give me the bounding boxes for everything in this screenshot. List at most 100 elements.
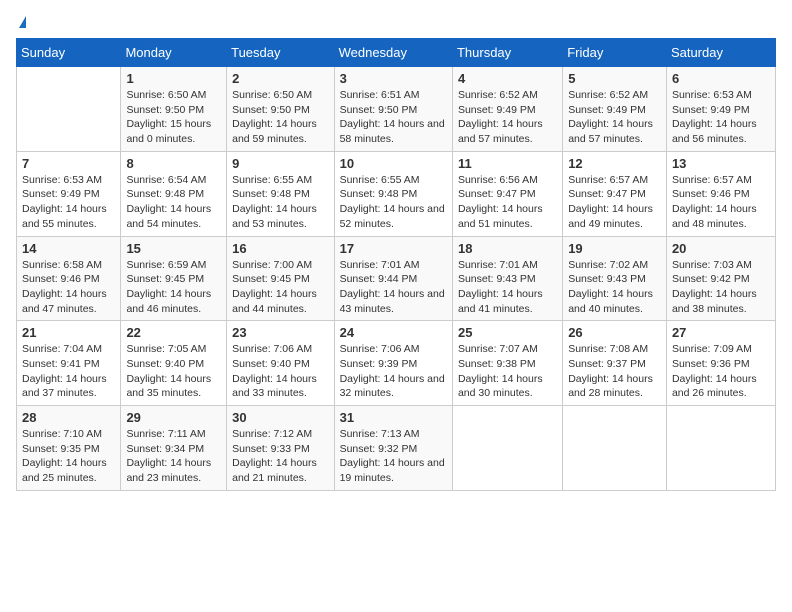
week-row-1: 1 Sunrise: 6:50 AMSunset: 9:50 PMDaylight… <box>17 67 776 152</box>
header-col-wednesday: Wednesday <box>334 39 452 67</box>
day-info: Sunrise: 6:52 AMSunset: 9:49 PMDaylight:… <box>568 88 661 147</box>
day-info: Sunrise: 6:53 AMSunset: 9:49 PMDaylight:… <box>22 173 115 232</box>
calendar-cell: 7 Sunrise: 6:53 AMSunset: 9:49 PMDaylight… <box>17 151 121 236</box>
day-info: Sunrise: 7:01 AMSunset: 9:43 PMDaylight:… <box>458 258 557 317</box>
day-number: 9 <box>232 156 328 171</box>
day-number: 21 <box>22 325 115 340</box>
calendar-cell: 26Sunrise: 7:08 AMSunset: 9:37 PMDayligh… <box>563 321 667 406</box>
day-number: 18 <box>458 241 557 256</box>
calendar-cell: 23 Sunrise: 7:06 AMSunset: 9:40 PMDayligh… <box>227 321 334 406</box>
calendar-cell: 22 Sunrise: 7:05 AMSunset: 9:40 PMDayligh… <box>121 321 227 406</box>
calendar-cell: 20 Sunrise: 7:03 AMSunset: 9:42 PMDayligh… <box>666 236 775 321</box>
calendar-cell: 9 Sunrise: 6:55 AMSunset: 9:48 PMDaylight… <box>227 151 334 236</box>
logo <box>16 16 26 28</box>
day-info: Sunrise: 7:06 AMSunset: 9:40 PMDaylight:… <box>232 342 328 401</box>
page-header <box>16 16 776 28</box>
day-info: Sunrise: 7:05 AMSunset: 9:40 PMDaylight:… <box>126 342 221 401</box>
calendar-header-row: SundayMondayTuesdayWednesdayThursdayFrid… <box>17 39 776 67</box>
day-info: Sunrise: 6:56 AMSunset: 9:47 PMDaylight:… <box>458 173 557 232</box>
day-number: 11 <box>458 156 557 171</box>
day-number: 27 <box>672 325 770 340</box>
calendar-cell: 2 Sunrise: 6:50 AMSunset: 9:50 PMDaylight… <box>227 67 334 152</box>
calendar-cell: 3Sunrise: 6:51 AMSunset: 9:50 PMDaylight… <box>334 67 452 152</box>
day-info: Sunrise: 6:50 AMSunset: 9:50 PMDaylight:… <box>232 88 328 147</box>
calendar-cell: 31 Sunrise: 7:13 AMSunset: 9:32 PMDayligh… <box>334 406 452 491</box>
day-number: 19 <box>568 241 661 256</box>
day-number: 14 <box>22 241 115 256</box>
calendar-cell: 28Sunrise: 7:10 AMSunset: 9:35 PMDayligh… <box>17 406 121 491</box>
day-info: Sunrise: 7:04 AMSunset: 9:41 PMDaylight:… <box>22 342 115 401</box>
day-info: Sunrise: 6:57 AMSunset: 9:46 PMDaylight:… <box>672 173 770 232</box>
day-info: Sunrise: 7:07 AMSunset: 9:38 PMDaylight:… <box>458 342 557 401</box>
day-number: 20 <box>672 241 770 256</box>
day-info: Sunrise: 7:06 AMSunset: 9:39 PMDaylight:… <box>340 342 447 401</box>
day-info: Sunrise: 6:53 AMSunset: 9:49 PMDaylight:… <box>672 88 770 147</box>
day-number: 8 <box>126 156 221 171</box>
day-info: Sunrise: 7:13 AMSunset: 9:32 PMDaylight:… <box>340 427 447 486</box>
day-number: 17 <box>340 241 447 256</box>
calendar-cell: 21 Sunrise: 7:04 AMSunset: 9:41 PMDayligh… <box>17 321 121 406</box>
calendar-cell: 18 Sunrise: 7:01 AMSunset: 9:43 PMDayligh… <box>452 236 562 321</box>
header-col-thursday: Thursday <box>452 39 562 67</box>
day-info: Sunrise: 7:03 AMSunset: 9:42 PMDaylight:… <box>672 258 770 317</box>
calendar-cell: 25 Sunrise: 7:07 AMSunset: 9:38 PMDayligh… <box>452 321 562 406</box>
day-number: 26 <box>568 325 661 340</box>
calendar-cell: 15 Sunrise: 6:59 AMSunset: 9:45 PMDayligh… <box>121 236 227 321</box>
day-info: Sunrise: 6:52 AMSunset: 9:49 PMDaylight:… <box>458 88 557 147</box>
header-col-friday: Friday <box>563 39 667 67</box>
day-info: Sunrise: 7:01 AMSunset: 9:44 PMDaylight:… <box>340 258 447 317</box>
day-info: Sunrise: 7:11 AMSunset: 9:34 PMDaylight:… <box>126 427 221 486</box>
day-number: 5 <box>568 71 661 86</box>
calendar-cell: 16 Sunrise: 7:00 AMSunset: 9:45 PMDayligh… <box>227 236 334 321</box>
day-info: Sunrise: 6:57 AMSunset: 9:47 PMDaylight:… <box>568 173 661 232</box>
day-info: Sunrise: 6:59 AMSunset: 9:45 PMDaylight:… <box>126 258 221 317</box>
day-number: 24 <box>340 325 447 340</box>
day-number: 4 <box>458 71 557 86</box>
day-info: Sunrise: 7:02 AMSunset: 9:43 PMDaylight:… <box>568 258 661 317</box>
calendar-cell: 27 Sunrise: 7:09 AMSunset: 9:36 PMDayligh… <box>666 321 775 406</box>
day-info: Sunrise: 7:10 AMSunset: 9:35 PMDaylight:… <box>22 427 115 486</box>
day-number: 30 <box>232 410 328 425</box>
week-row-4: 21 Sunrise: 7:04 AMSunset: 9:41 PMDayligh… <box>17 321 776 406</box>
day-number: 22 <box>126 325 221 340</box>
day-number: 13 <box>672 156 770 171</box>
calendar-cell: 11 Sunrise: 6:56 AMSunset: 9:47 PMDayligh… <box>452 151 562 236</box>
day-info: Sunrise: 6:55 AMSunset: 9:48 PMDaylight:… <box>232 173 328 232</box>
calendar-cell: 1 Sunrise: 6:50 AMSunset: 9:50 PMDaylight… <box>121 67 227 152</box>
calendar-cell: 10Sunrise: 6:55 AMSunset: 9:48 PMDayligh… <box>334 151 452 236</box>
logo-triangle-icon <box>19 16 26 28</box>
header-col-sunday: Sunday <box>17 39 121 67</box>
calendar-cell <box>452 406 562 491</box>
header-col-saturday: Saturday <box>666 39 775 67</box>
calendar-cell: 8 Sunrise: 6:54 AMSunset: 9:48 PMDaylight… <box>121 151 227 236</box>
day-info: Sunrise: 6:51 AMSunset: 9:50 PMDaylight:… <box>340 88 447 147</box>
day-number: 15 <box>126 241 221 256</box>
calendar-cell: 14Sunrise: 6:58 AMSunset: 9:46 PMDayligh… <box>17 236 121 321</box>
day-number: 23 <box>232 325 328 340</box>
day-info: Sunrise: 7:00 AMSunset: 9:45 PMDaylight:… <box>232 258 328 317</box>
day-number: 16 <box>232 241 328 256</box>
calendar-table: SundayMondayTuesdayWednesdayThursdayFrid… <box>16 38 776 491</box>
day-number: 2 <box>232 71 328 86</box>
calendar-cell: 30 Sunrise: 7:12 AMSunset: 9:33 PMDayligh… <box>227 406 334 491</box>
day-number: 31 <box>340 410 447 425</box>
day-number: 25 <box>458 325 557 340</box>
calendar-cell: 4 Sunrise: 6:52 AMSunset: 9:49 PMDaylight… <box>452 67 562 152</box>
calendar-cell: 19 Sunrise: 7:02 AMSunset: 9:43 PMDayligh… <box>563 236 667 321</box>
day-info: Sunrise: 6:55 AMSunset: 9:48 PMDaylight:… <box>340 173 447 232</box>
calendar-cell <box>563 406 667 491</box>
calendar-cell: 13 Sunrise: 6:57 AMSunset: 9:46 PMDayligh… <box>666 151 775 236</box>
day-info: Sunrise: 7:09 AMSunset: 9:36 PMDaylight:… <box>672 342 770 401</box>
day-info: Sunrise: 6:50 AMSunset: 9:50 PMDaylight:… <box>126 88 221 147</box>
calendar-cell: 6 Sunrise: 6:53 AMSunset: 9:49 PMDaylight… <box>666 67 775 152</box>
day-number: 1 <box>126 71 221 86</box>
header-col-tuesday: Tuesday <box>227 39 334 67</box>
day-number: 29 <box>126 410 221 425</box>
day-number: 6 <box>672 71 770 86</box>
day-number: 7 <box>22 156 115 171</box>
header-col-monday: Monday <box>121 39 227 67</box>
week-row-2: 7 Sunrise: 6:53 AMSunset: 9:49 PMDaylight… <box>17 151 776 236</box>
day-info: Sunrise: 6:54 AMSunset: 9:48 PMDaylight:… <box>126 173 221 232</box>
day-info: Sunrise: 7:12 AMSunset: 9:33 PMDaylight:… <box>232 427 328 486</box>
calendar-cell: 17 Sunrise: 7:01 AMSunset: 9:44 PMDayligh… <box>334 236 452 321</box>
